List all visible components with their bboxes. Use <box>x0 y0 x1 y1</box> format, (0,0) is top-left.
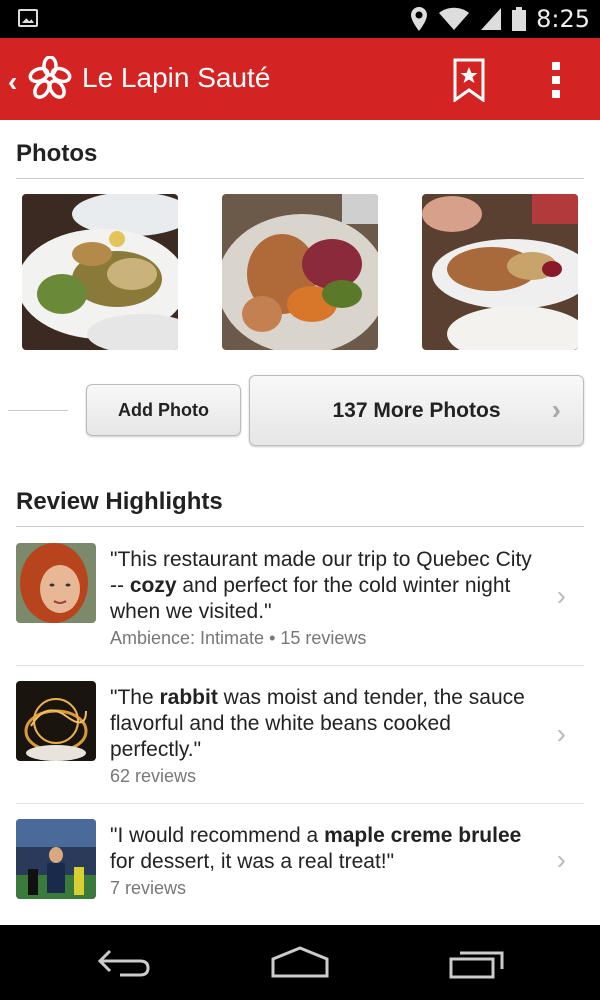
yelp-logo-icon[interactable] <box>28 56 72 100</box>
reviews-section-title: Review Highlights <box>16 488 223 515</box>
food-photo-2[interactable] <box>222 194 378 350</box>
review-quote-text: "I would recommend a <box>110 824 325 847</box>
nav-recents-icon[interactable] <box>448 947 506 979</box>
row-divider <box>16 665 584 666</box>
review-highlight-1[interactable]: "This restaurant made our trip to Quebec… <box>16 543 584 653</box>
food-photo-3[interactable] <box>422 194 578 350</box>
wifi-icon <box>439 7 470 30</box>
reviewer-avatar-1 <box>16 543 96 623</box>
food-photo-1[interactable] <box>22 194 178 350</box>
review-quote-3: "I would recommend a maple creme brulee … <box>110 823 550 875</box>
row-divider <box>16 803 584 804</box>
review-meta-2: 62 reviews <box>110 766 197 786</box>
review-quote-2: "The rabbit was moist and tender, the sa… <box>110 685 540 763</box>
reviews-divider <box>16 526 584 527</box>
chevron-right-icon: › <box>556 580 566 611</box>
review-quote-keyword: rabbit <box>159 686 218 709</box>
add-photo-button[interactable]: Add Photo <box>86 384 241 436</box>
review-quote-keyword: maple creme brulee <box>324 824 522 847</box>
review-quote-1: "This restaurant made our trip to Quebec… <box>110 547 540 625</box>
photos-divider <box>16 178 584 179</box>
nav-home-icon[interactable] <box>270 945 330 979</box>
status-time: 8:25 <box>536 5 590 33</box>
photos-section-title: Photos <box>16 140 98 167</box>
reviewer-avatar-2 <box>16 681 96 761</box>
review-meta-1: Ambience: Intimate • 15 reviews <box>110 628 367 648</box>
review-highlight-3[interactable]: "I would recommend a maple creme brulee … <box>16 819 584 904</box>
review-highlight-2[interactable]: "The rabbit was moist and tender, the sa… <box>16 681 584 791</box>
more-photos-label: 137 More Photos <box>332 398 501 422</box>
app-title: Le Lapin Sauté <box>82 62 271 93</box>
battery-icon <box>512 7 527 31</box>
picture-icon <box>18 9 38 27</box>
review-meta-3: 7 reviews <box>110 878 187 898</box>
review-quote-text: "The <box>110 686 160 709</box>
back-chevron-icon[interactable]: ‹ <box>8 66 17 98</box>
chevron-right-icon: › <box>551 394 561 425</box>
reviewer-avatar-3 <box>16 819 96 899</box>
chevron-right-icon: › <box>556 718 566 749</box>
chevron-right-icon: › <box>556 844 566 875</box>
system-nav-bar <box>0 925 600 1000</box>
more-photos-button[interactable]: 137 More Photos › <box>249 375 584 446</box>
status-bar: 8:25 <box>0 0 600 38</box>
photos-left-divider <box>8 410 68 411</box>
location-icon <box>411 7 428 31</box>
signal-icon <box>481 8 502 30</box>
review-quote-text: for dessert, it was a real treat!" <box>110 850 395 873</box>
bookmark-icon[interactable] <box>452 58 486 102</box>
app-bar: ‹ Le Lapin Sauté <box>0 38 600 120</box>
nav-back-icon[interactable] <box>96 947 154 979</box>
review-quote-keyword: cozy <box>129 574 177 597</box>
overflow-menu-icon[interactable] <box>548 62 564 98</box>
